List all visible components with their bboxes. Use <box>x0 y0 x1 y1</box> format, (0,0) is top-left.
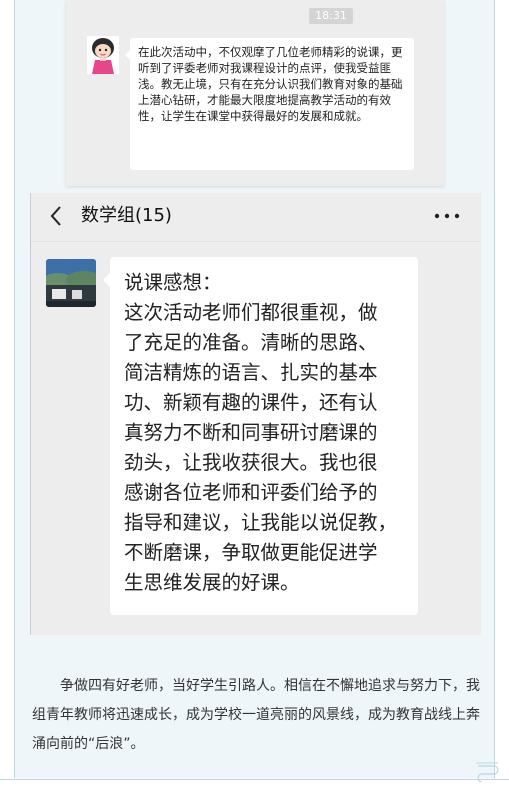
message-bubble-1: 在此次活动中，不仅观摩了几位老师精彩的说课，更听到了评委老师对我课程设计的点评，… <box>125 38 414 170</box>
message-line: 了充足的准备。清晰的思路、 <box>124 331 378 354</box>
message-line: 说课感想： <box>124 271 222 294</box>
photo-avatar <box>46 259 96 307</box>
closing-paragraph: 争做四有好老师，当好学生引路人。相信在不懈地追求与努力下，我组青年教师将迅速成长… <box>32 678 480 752</box>
corner-decoration-icon <box>476 762 499 782</box>
message-line: 这次活动老师们都很重视，做 <box>124 301 378 324</box>
chat-screenshot-1: 18:31 在此次活动中，不仅观摩了几位老师精彩的说课，更听到了评委老师对我课程… <box>66 0 444 186</box>
more-icon[interactable] <box>433 211 461 221</box>
chat-screenshot-2: 数学组(15) 说课感想： 这次活动老师们都很重视，做 了充足的准备。清晰的思路… <box>30 193 481 635</box>
message-line: 感谢各位老师和评委们给予的 <box>124 481 378 504</box>
message-line: 功、新颖有趣的课件，还有认 <box>124 391 378 414</box>
message-line: 真努力不断和同事研讨磨课的 <box>124 421 378 444</box>
chat-title: 数学组(15) <box>81 205 172 226</box>
message-bubble-2: 说课感想： 这次活动老师们都很重视，做 了充足的准备。清晰的思路、 简洁精炼的语… <box>103 257 418 615</box>
chat-header: 数学组(15) <box>31 193 481 242</box>
bottom-divider <box>0 779 509 780</box>
message-line: 不断磨课，争取做更能促进学 <box>124 541 378 564</box>
time-badge: 18:31 <box>309 8 353 24</box>
message-line: 生思维发展的好课。 <box>124 571 300 594</box>
back-icon[interactable] <box>47 203 65 229</box>
cartoon-avatar <box>87 36 119 74</box>
message-line: 劲头，让我收获很大。我也很 <box>124 451 378 474</box>
message-line: 简洁精炼的语言、扎实的基本 <box>124 361 378 384</box>
message-line: 指导和建议，让我能以说促教， <box>124 511 398 534</box>
